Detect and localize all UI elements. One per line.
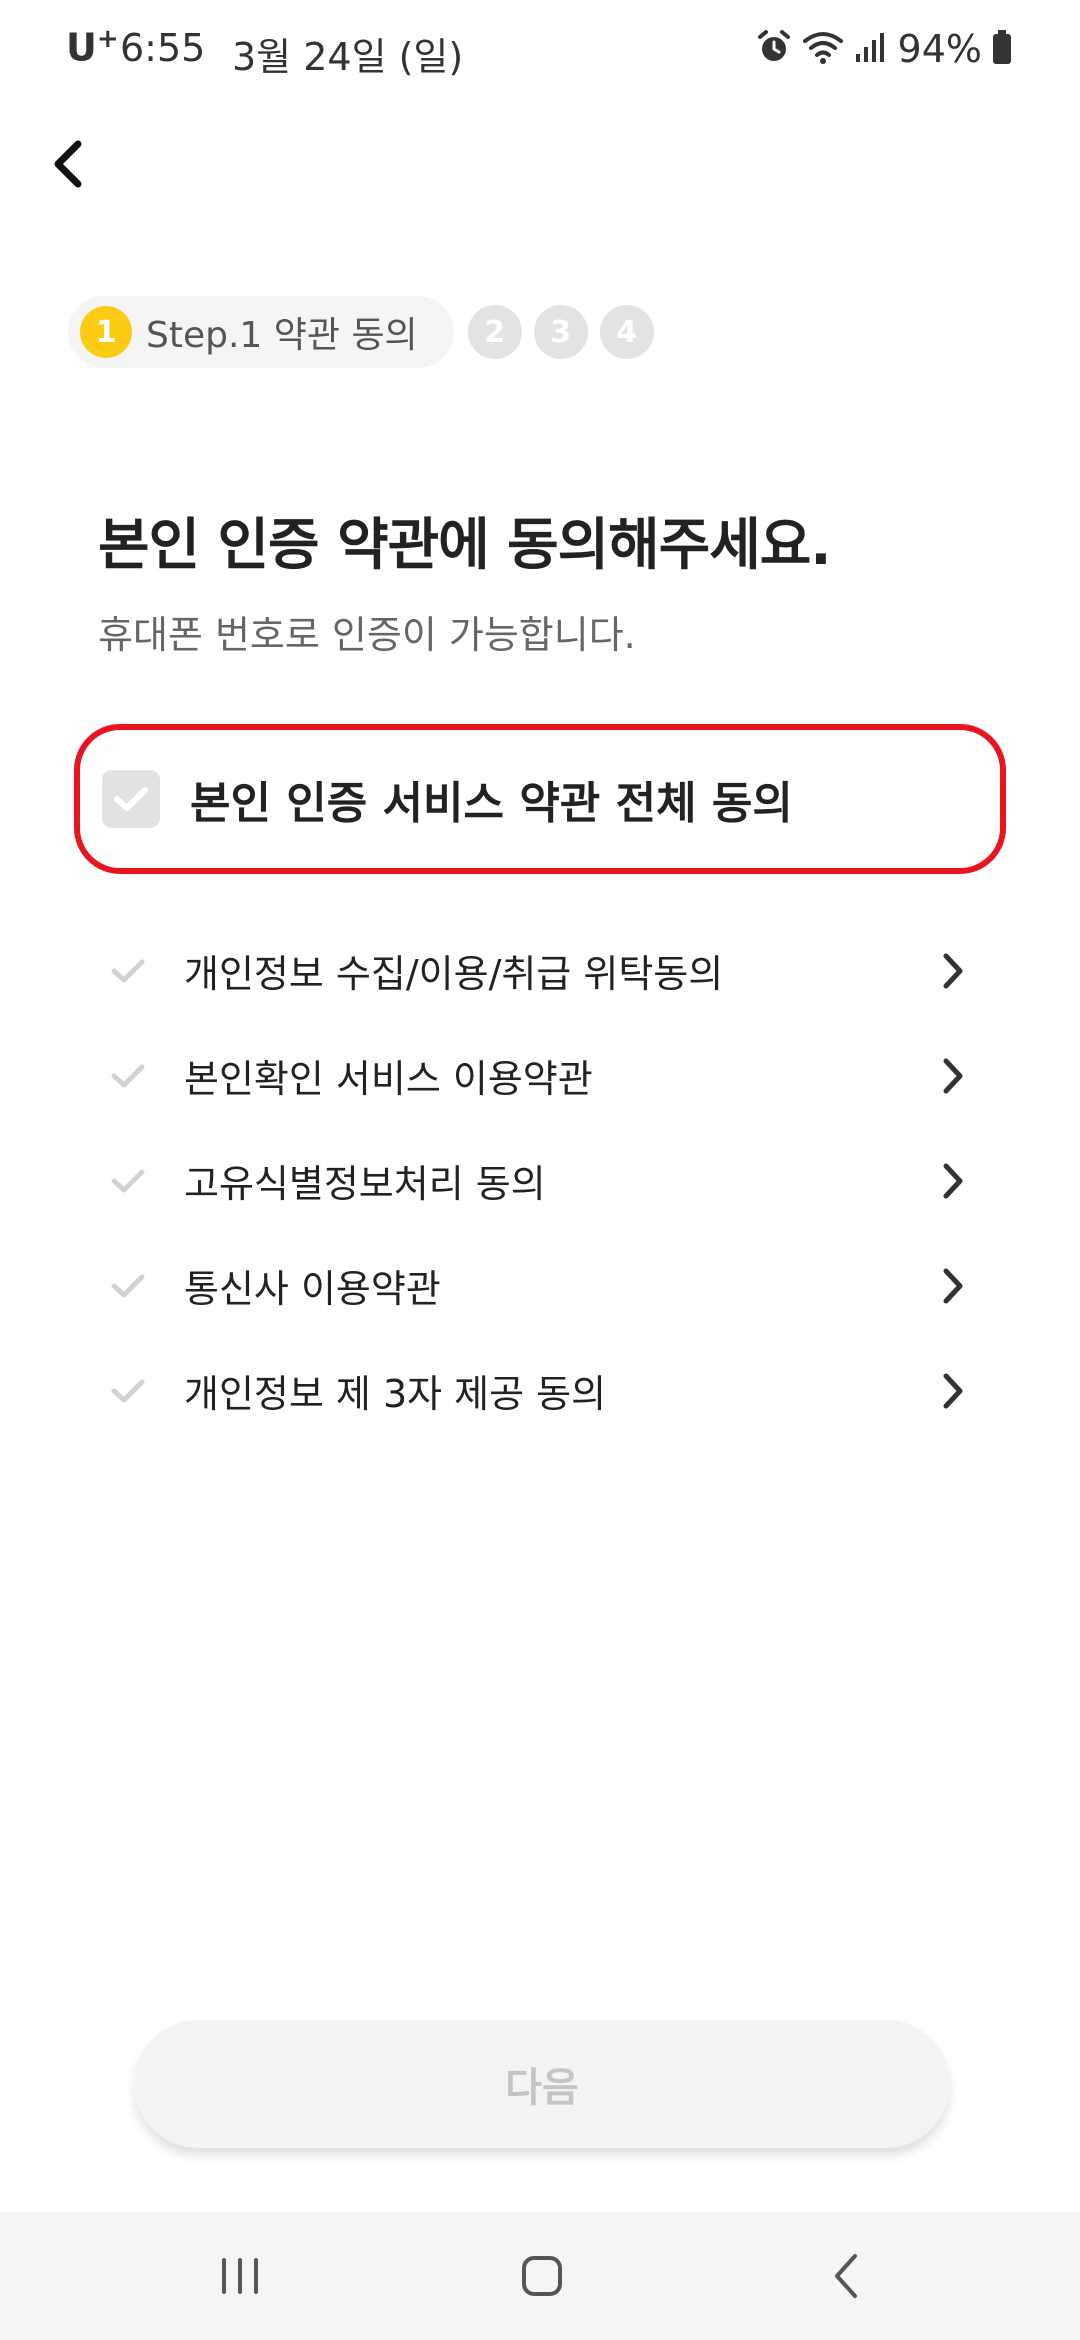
agree-all-label: 본인 인증 서비스 약관 전체 동의	[190, 778, 793, 829]
nav-back-button[interactable]	[776, 2212, 916, 2340]
term-label: 개인정보 제 3자 제공 동의	[184, 1372, 607, 1416]
chevron-left-icon	[48, 138, 88, 194]
step-4: 4	[599, 305, 654, 359]
page-subtitle: 휴대폰 번호로 인증이 가능합니다.	[98, 613, 636, 657]
next-button[interactable]: 다음	[134, 2020, 950, 2148]
page-title: 본인 인증 약관에 동의해주세요.	[98, 513, 832, 578]
wifi-icon	[802, 29, 844, 69]
check-icon[interactable]	[110, 1271, 146, 1301]
agree-all-checkbox-row[interactable]: 본인 인증 서비스 약관 전체 동의	[74, 724, 1006, 874]
recent-apps-button[interactable]	[170, 2212, 310, 2340]
step-number-active: 1	[80, 306, 132, 358]
term-item-unique-id-processing[interactable]: 고유식별정보처리 동의	[0, 1128, 1080, 1233]
carrier-label: U+	[66, 24, 119, 70]
term-item-identity-service[interactable]: 본인확인 서비스 이용약관	[0, 1023, 1080, 1128]
term-label: 고유식별정보처리 동의	[184, 1162, 546, 1206]
status-date: 3월 24일 (일)	[232, 35, 464, 79]
check-icon[interactable]	[110, 1061, 146, 1091]
check-icon[interactable]	[110, 1376, 146, 1406]
chevron-right-icon[interactable]	[938, 1161, 968, 1201]
battery-icon	[992, 29, 1012, 69]
agree-all-checkbox[interactable]	[102, 770, 160, 828]
chevron-right-icon[interactable]	[938, 951, 968, 991]
system-nav-bar	[0, 2212, 1080, 2340]
back-button[interactable]	[36, 126, 100, 206]
status-icons: 94%	[756, 26, 1012, 72]
term-item-third-party[interactable]: 개인정보 제 3자 제공 동의	[0, 1338, 1080, 1443]
status-time: 6:55	[120, 26, 206, 70]
terms-list: 개인정보 수집/이용/취급 위탁동의 본인확인 서비스 이용약관 고유식별정보처…	[0, 918, 1080, 1443]
stepper: 1 Step.1 약관 동의 2 3 4	[68, 296, 654, 368]
battery-percent: 94%	[897, 27, 982, 71]
term-item-carrier-terms[interactable]: 통신사 이용약관	[0, 1233, 1080, 1338]
chevron-right-icon[interactable]	[938, 1056, 968, 1096]
back-icon	[835, 2254, 857, 2298]
recent-apps-icon	[222, 2258, 258, 2294]
step-2: 2	[467, 305, 522, 359]
check-icon	[114, 787, 148, 811]
step-1-active: 1 Step.1 약관 동의	[68, 296, 454, 368]
home-button[interactable]	[472, 2212, 612, 2340]
check-icon[interactable]	[110, 956, 146, 986]
term-item-privacy-collection[interactable]: 개인정보 수집/이용/취급 위탁동의	[0, 918, 1080, 1023]
chevron-right-icon[interactable]	[938, 1266, 968, 1306]
home-icon	[522, 2256, 562, 2296]
step-3: 3	[533, 305, 588, 359]
term-label: 본인확인 서비스 이용약관	[184, 1057, 593, 1101]
alarm-icon	[756, 29, 792, 69]
term-label: 개인정보 수집/이용/취급 위탁동의	[184, 952, 724, 996]
step-label: Step.1 약관 동의	[146, 315, 418, 356]
signal-icon	[854, 30, 888, 68]
term-label: 통신사 이용약관	[184, 1267, 441, 1311]
chevron-right-icon[interactable]	[938, 1371, 968, 1411]
status-bar: U+ 6:55 3월 24일 (일) 94%	[0, 0, 1080, 96]
check-icon[interactable]	[110, 1166, 146, 1196]
